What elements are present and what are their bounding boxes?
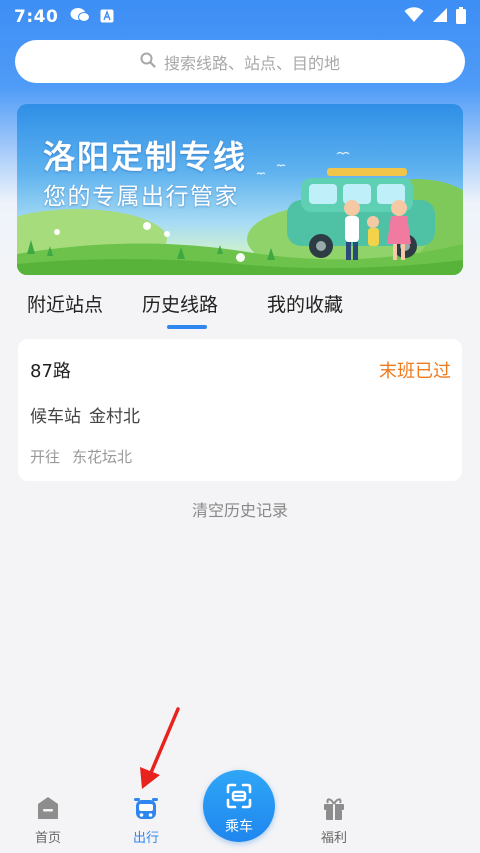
scan-icon [226, 783, 252, 813]
direction-label: 开往 [30, 448, 61, 466]
search-placeholder: 搜索线路、站点、目的地 [163, 53, 340, 73]
annotation-arrow-icon [140, 707, 180, 789]
tab-history-routes[interactable]: 历史线路 [142, 290, 218, 317]
nav-travel[interactable]: 出行 [116, 795, 176, 846]
nav-welfare-label: 福利 [320, 831, 347, 846]
route-name: 87路 [30, 361, 71, 382]
battery-icon [456, 6, 466, 28]
route-tabs: 附近站点 历史线路 我的收藏 [0, 284, 480, 330]
ride-button[interactable]: 乘车 [203, 770, 275, 842]
stop-label: 候车站 [30, 407, 81, 427]
tab-nearby-stops[interactable]: 附近站点 [27, 290, 103, 317]
clear-history-button[interactable]: 清空历史记录 [0, 497, 480, 521]
waiting-stop-row: 候车站 金村北 [30, 402, 140, 427]
status-time: 7:40 [14, 7, 59, 27]
banner-title: 洛阳定制专线 [43, 138, 248, 176]
nav-welfare[interactable]: 福利 [304, 795, 364, 846]
stop-name: 金村北 [89, 407, 140, 427]
direction-row: 开往 东花坛北 [30, 446, 132, 467]
carousel-indicator [236, 253, 245, 262]
bus-icon [116, 795, 176, 823]
app-notification-icon [100, 8, 114, 27]
nav-travel-label: 出行 [132, 831, 159, 846]
search-input[interactable]: 搜索线路、站点、目的地 [15, 40, 465, 83]
tab-my-favorites[interactable]: 我的收藏 [267, 290, 343, 317]
home-icon [18, 795, 78, 823]
signal-icon [432, 7, 448, 27]
active-tab-indicator [167, 325, 207, 329]
search-icon [140, 52, 156, 72]
nav-home[interactable]: 首页 [18, 795, 78, 846]
direction-name: 东花坛北 [72, 448, 133, 466]
status-badge: 末班已过 [379, 361, 451, 382]
nav-home-label: 首页 [34, 831, 61, 846]
history-route-card[interactable]: 87路 末班已过 候车站 金村北 开往 东花坛北 [18, 339, 462, 481]
ride-label: 乘车 [225, 819, 253, 835]
status-bar: 7:40 [0, 0, 480, 34]
gift-icon [304, 795, 364, 823]
banner-subtitle: 您的专属出行管家 [43, 184, 239, 210]
wechat-icon [70, 7, 91, 27]
bottom-nav: 首页 出行 福利 [0, 785, 358, 853]
wifi-icon [404, 7, 424, 27]
promo-banner[interactable]: 洛阳定制专线 您的专属出行管家 [17, 104, 463, 275]
